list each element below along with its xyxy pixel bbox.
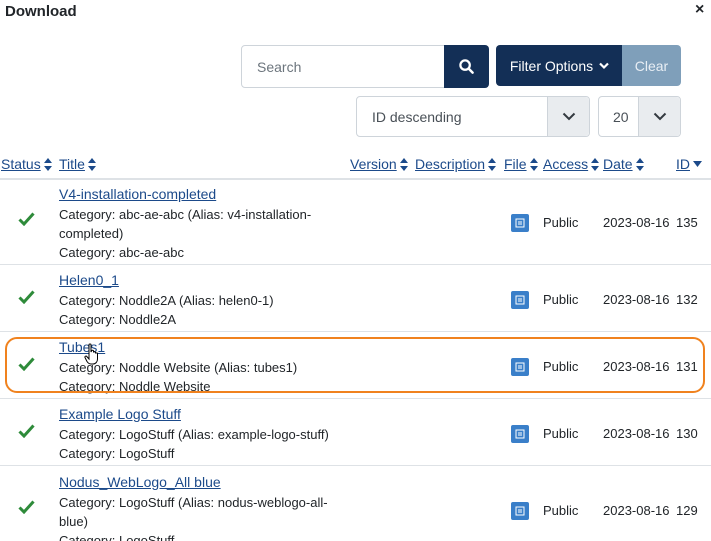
- row-access: Public: [543, 359, 579, 374]
- file-icon[interactable]: [511, 425, 529, 443]
- dialog-title: Download: [5, 3, 77, 20]
- sort-desc-icon: [693, 161, 702, 167]
- row-title-link[interactable]: V4-installation-completed: [59, 186, 216, 202]
- row-category: Category: Noddle2A: [59, 312, 177, 327]
- table-row: Helen0_1 Category: Noddle2A (Alias: hele…: [0, 265, 711, 332]
- limit-select-value: 20: [613, 108, 629, 125]
- row-access: Public: [543, 426, 579, 441]
- row-title-link[interactable]: Example Logo Stuff: [59, 406, 181, 422]
- file-icon[interactable]: [511, 291, 529, 309]
- row-id: 129: [676, 503, 698, 518]
- column-header-version[interactable]: Version: [350, 156, 408, 172]
- column-header-date[interactable]: Date: [603, 156, 644, 172]
- row-category-alias: Category: abc-ae-abc (Alias: v4-installa…: [59, 207, 312, 241]
- table-row: Example Logo Stuff Category: LogoStuff (…: [0, 399, 711, 466]
- chevron-down-icon: [638, 97, 680, 136]
- row-category: Category: LogoStuff: [59, 533, 175, 541]
- table-row: Tubes1 Category: Noddle Website (Alias: …: [0, 332, 711, 399]
- column-header-id[interactable]: ID: [676, 156, 702, 172]
- row-category-alias: Category: Noddle Website (Alias: tubes1): [59, 360, 298, 375]
- row-category: Category: Noddle Website: [59, 379, 211, 394]
- clear-button[interactable]: Clear: [622, 45, 681, 86]
- filter-options-button[interactable]: Filter Options: [496, 45, 623, 86]
- search-button[interactable]: [444, 45, 489, 88]
- sort-icon: [488, 157, 497, 171]
- row-category-alias: Category: Noddle2A (Alias: helen0-1): [59, 293, 274, 308]
- row-id: 131: [676, 359, 698, 374]
- row-access: Public: [543, 292, 579, 307]
- row-category-alias: Category: LogoStuff (Alias: nodus-weblog…: [59, 495, 328, 529]
- file-icon[interactable]: [511, 502, 529, 520]
- table-row: Nodus_WebLogo_All blue Category: LogoStu…: [0, 466, 711, 541]
- chevron-down-icon: [599, 62, 609, 69]
- row-access: Public: [543, 503, 579, 518]
- row-id: 135: [676, 215, 698, 230]
- sort-icon: [399, 157, 408, 171]
- row-date: 2023-08-16: [603, 503, 670, 518]
- sort-icon: [43, 157, 52, 171]
- row-date: 2023-08-16: [603, 292, 670, 307]
- sort-select[interactable]: ID descending: [356, 96, 590, 137]
- sort-icon: [529, 157, 538, 171]
- check-icon: [18, 290, 35, 304]
- row-date: 2023-08-16: [603, 215, 670, 230]
- column-header-file[interactable]: File: [504, 156, 538, 172]
- row-id: 130: [676, 426, 698, 441]
- row-category: Category: abc-ae-abc: [59, 245, 185, 260]
- sort-icon: [87, 157, 96, 171]
- check-icon: [18, 424, 35, 438]
- check-icon: [18, 357, 35, 371]
- row-date: 2023-08-16: [603, 359, 670, 374]
- row-access: Public: [543, 215, 579, 230]
- row-id: 132: [676, 292, 698, 307]
- row-category-alias: Category: LogoStuff (Alias: example-logo…: [59, 427, 329, 442]
- chevron-down-icon: [547, 97, 589, 136]
- table-row: V4-installation-completed Category: abc-…: [0, 180, 711, 265]
- column-header-status[interactable]: Status: [1, 156, 52, 172]
- row-title-link[interactable]: Nodus_WebLogo_All blue: [59, 474, 221, 490]
- sort-select-value: ID descending: [372, 108, 462, 125]
- column-header-title[interactable]: Title: [59, 156, 96, 172]
- search-icon: [459, 59, 474, 74]
- limit-select[interactable]: 20: [598, 96, 681, 137]
- row-title-link[interactable]: Helen0_1: [59, 272, 119, 288]
- column-header-description[interactable]: Description: [415, 156, 497, 172]
- check-icon: [18, 212, 35, 226]
- sort-icon: [591, 157, 600, 171]
- row-date: 2023-08-16: [603, 426, 670, 441]
- row-title-link[interactable]: Tubes1: [59, 339, 105, 355]
- column-header-access[interactable]: Access: [543, 156, 600, 172]
- filter-options-label: Filter Options: [509, 57, 594, 74]
- file-icon[interactable]: [511, 358, 529, 376]
- close-icon[interactable]: ×: [695, 1, 704, 19]
- file-icon[interactable]: [511, 214, 529, 232]
- search-input[interactable]: [241, 45, 445, 88]
- sort-icon: [635, 157, 644, 171]
- check-icon: [18, 500, 35, 514]
- row-category: Category: LogoStuff: [59, 446, 175, 461]
